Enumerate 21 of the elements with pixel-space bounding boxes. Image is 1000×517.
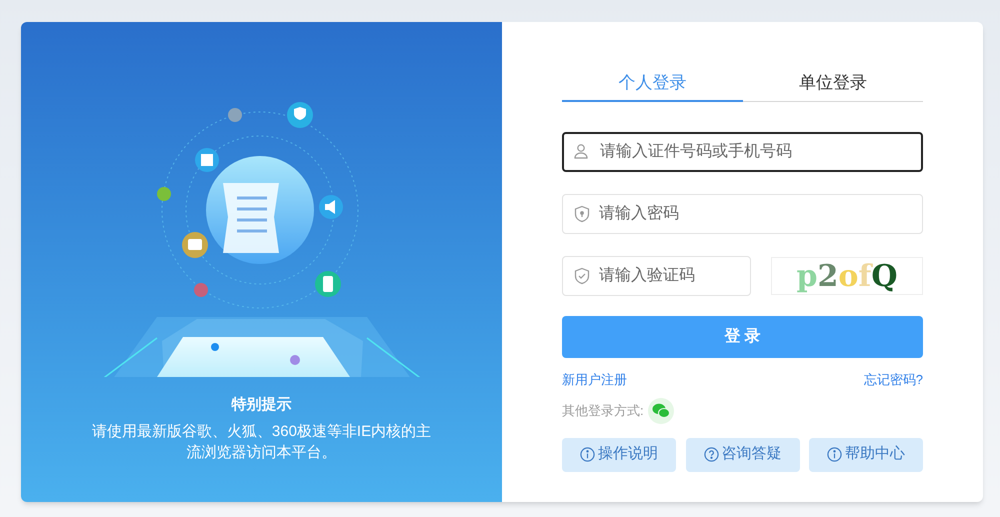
notice-text: 请使用最新版谷歌、火狐、360极速等非IE内核的主流浏览器访问本平台。 bbox=[92, 422, 432, 462]
shield-lock-icon bbox=[573, 205, 591, 223]
question-icon bbox=[704, 447, 718, 462]
help-button[interactable]: 咨询答疑 bbox=[686, 438, 800, 472]
wechat-login-button[interactable] bbox=[648, 398, 674, 424]
login-button[interactable]: 登 录 bbox=[562, 316, 923, 358]
info-icon bbox=[580, 447, 595, 462]
login-tab[interactable]: 个人登录 bbox=[562, 66, 742, 102]
captcha-image[interactable]: p2ofQ bbox=[771, 257, 923, 295]
other-login-label: 其他登录方式: bbox=[562, 402, 644, 420]
info-icon bbox=[827, 447, 842, 462]
forgot-password-link[interactable]: 忘记密码? bbox=[864, 370, 923, 390]
login-tab[interactable]: 单位登录 bbox=[742, 66, 923, 102]
user-icon bbox=[573, 143, 589, 159]
help-button[interactable]: 帮助中心 bbox=[809, 438, 923, 472]
register-link[interactable]: 新用户注册 bbox=[562, 370, 627, 390]
chat-bubbles-icon bbox=[652, 402, 670, 418]
input-field[interactable]: 请输入证件号码或手机号码 bbox=[562, 132, 923, 172]
notice-title: 特别提示 bbox=[232, 395, 292, 415]
shield-check-icon bbox=[573, 267, 591, 285]
help-button[interactable]: 操作说明 bbox=[562, 438, 676, 472]
